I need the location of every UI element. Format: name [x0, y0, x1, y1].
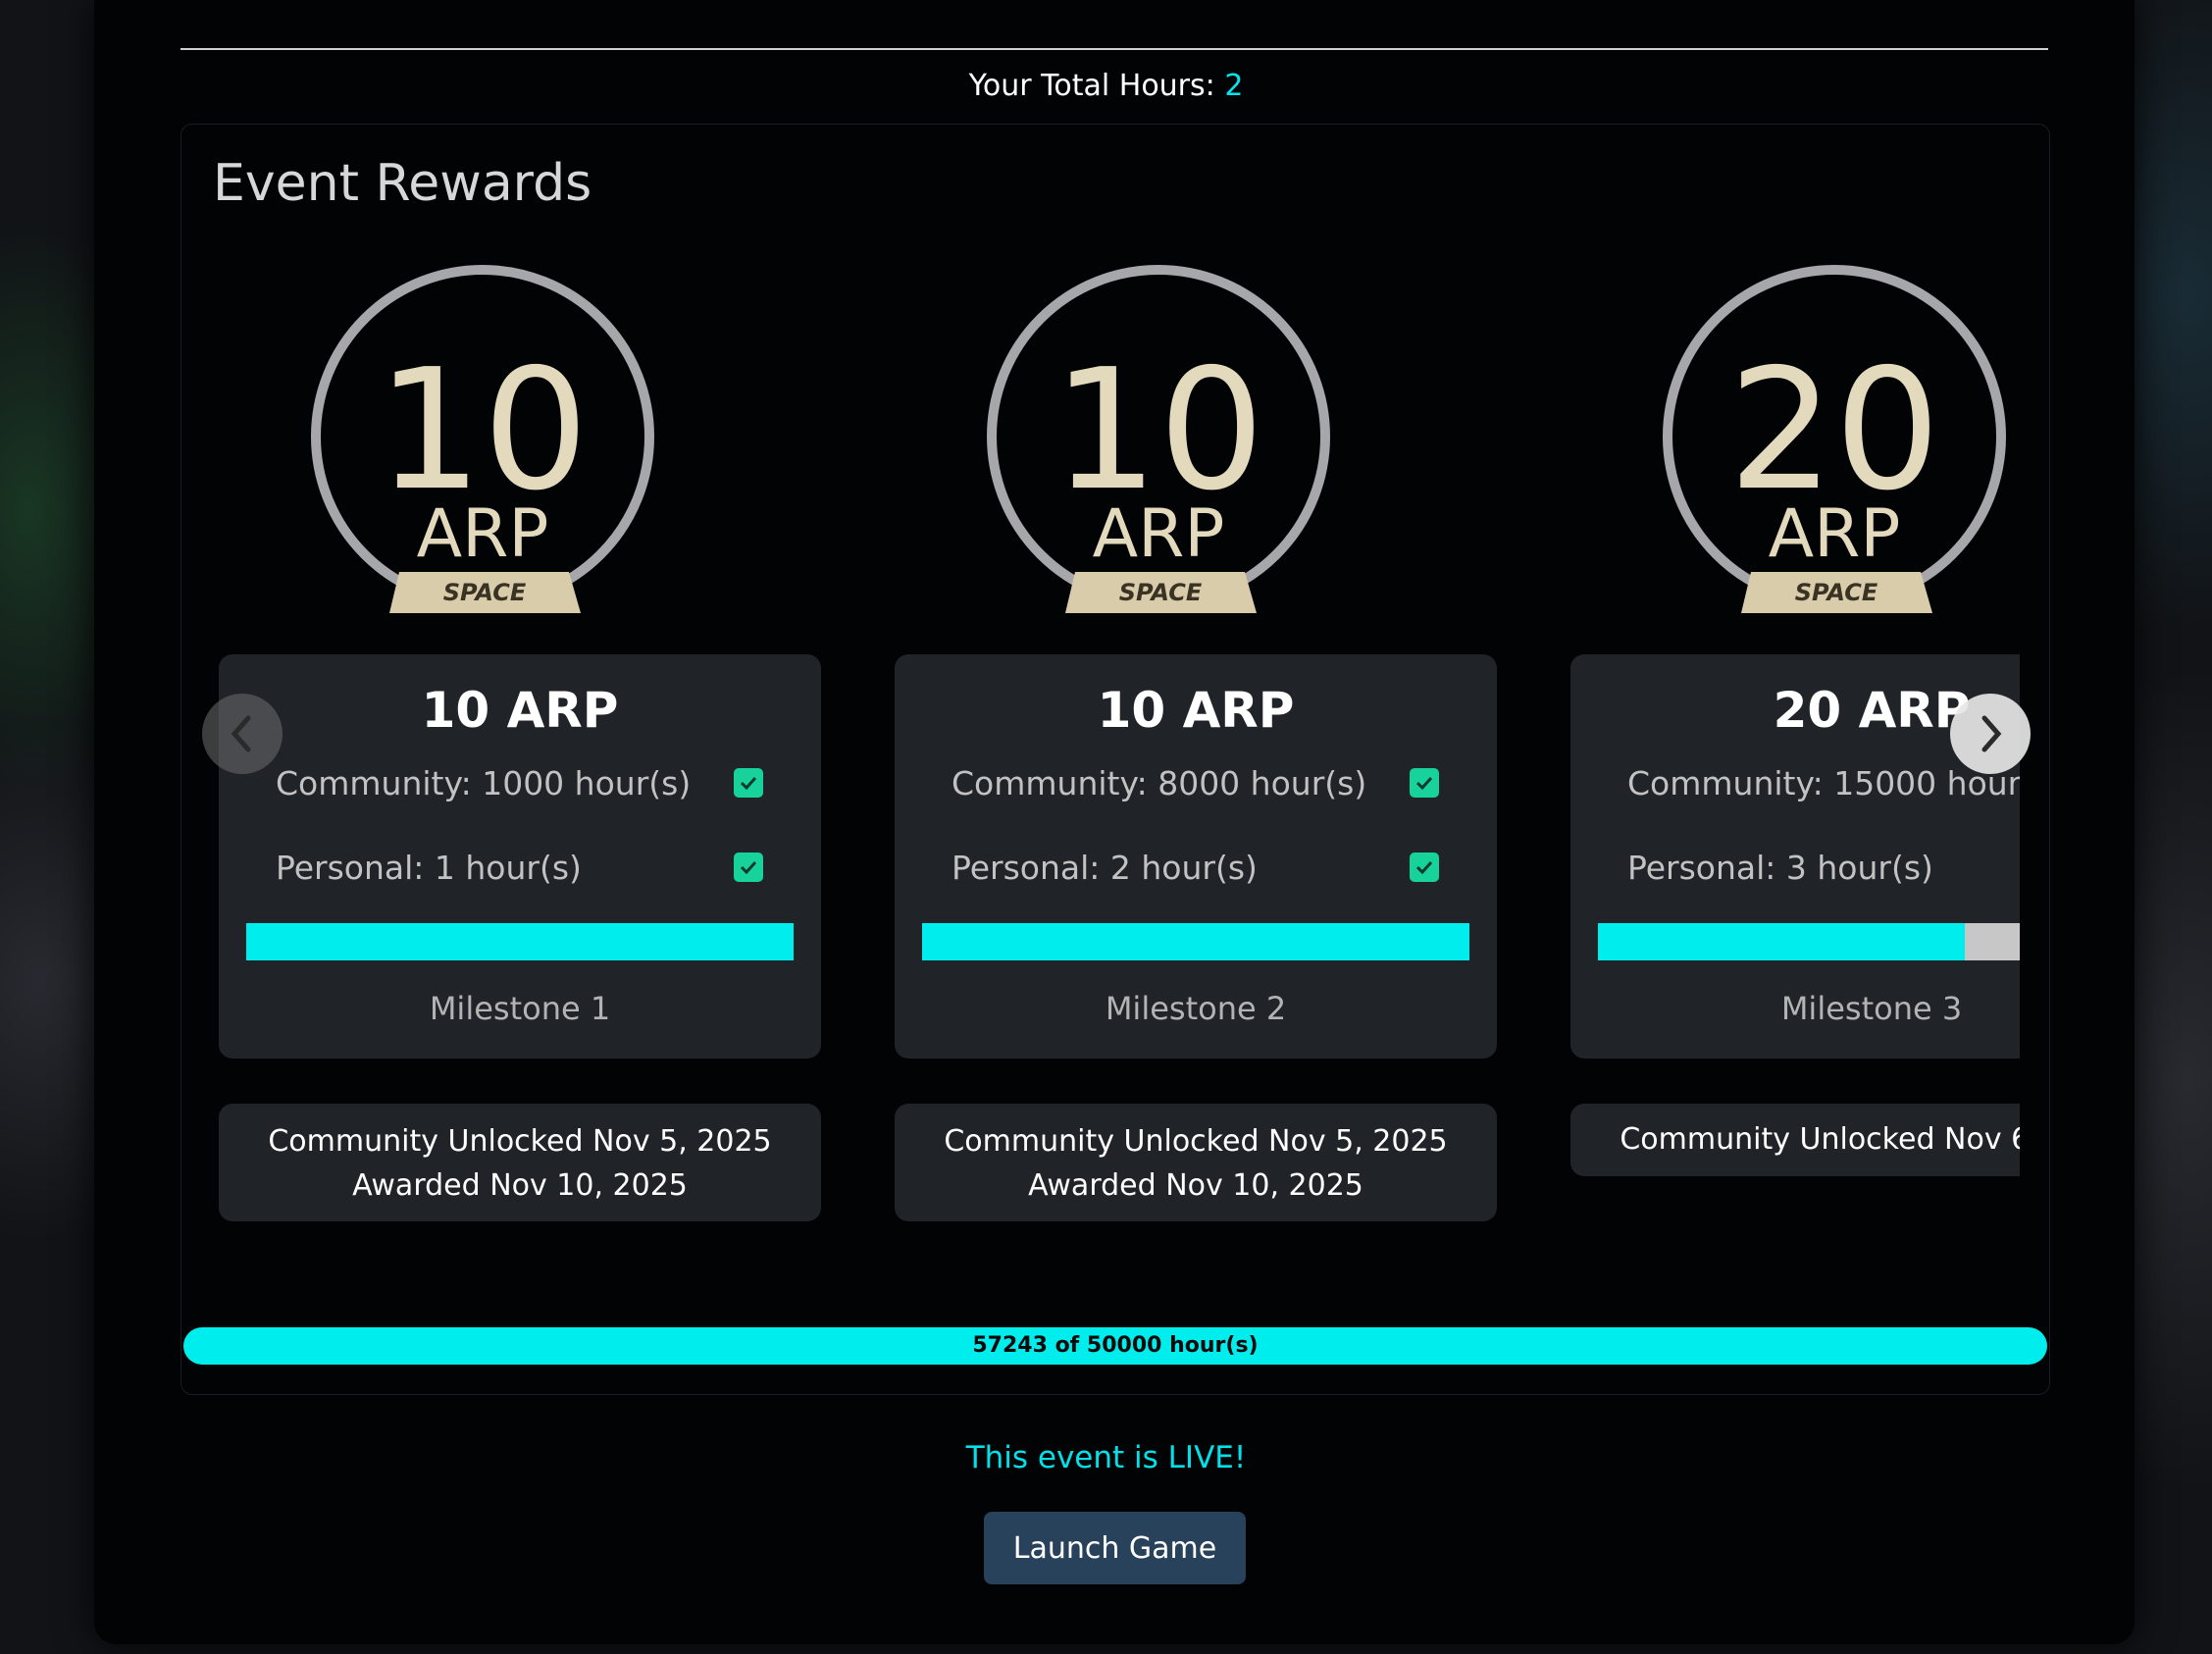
- unlock-info: Community Unlocked Nov 5, 2025 Awarded N…: [219, 1104, 821, 1221]
- check-icon: [1410, 768, 1439, 798]
- unlock-info: Community Unlocked Nov 6, 2025: [1570, 1104, 2020, 1176]
- unlock-community-date: Community Unlocked Nov 5, 2025: [944, 1124, 1448, 1159]
- section-title: Event Rewards: [213, 154, 592, 213]
- reward-title: 10 ARP: [1097, 682, 1295, 739]
- awarded-date: Awarded Nov 10, 2025: [1028, 1168, 1363, 1203]
- reward-slide: 10 ARP SPACE 10 ARP Community: 8000 hour…: [857, 125, 1497, 1394]
- milestone-progress-bar: [1598, 923, 2020, 960]
- milestone-label: Milestone 1: [429, 990, 611, 1027]
- milestone-label: Milestone 2: [1105, 990, 1287, 1027]
- badge-ribbon: SPACE: [1119, 579, 1203, 606]
- milestone-progress-fill: [922, 923, 1469, 960]
- awarded-date: Awarded Nov 10, 2025: [352, 1168, 688, 1203]
- chevron-left-icon: [231, 715, 251, 752]
- reward-badge-image: 10 ARP SPACE: [987, 265, 1330, 613]
- personal-requirement: Personal: 3 hour(s): [1627, 849, 1933, 887]
- personal-requirement: Personal: 1 hour(s): [276, 849, 582, 887]
- community-progress-bar: 57243 of 50000 hour(s): [183, 1327, 2047, 1365]
- reward-slide: 20 ARP SPACE 20 ARP Community: 15000 hou…: [1533, 125, 2020, 1394]
- unlock-info: Community Unlocked Nov 5, 2025 Awarded N…: [895, 1104, 1497, 1221]
- carousel-prev-button[interactable]: [202, 694, 283, 774]
- badge-ribbon: SPACE: [1795, 579, 1878, 606]
- rewards-carousel: 10 ARP SPACE 10 ARP Community: 1000 hour…: [181, 125, 2020, 1394]
- community-requirement: Community: 1000 hour(s): [276, 764, 692, 802]
- live-status: This event is LIVE!: [965, 1440, 1247, 1475]
- community-progress-label: 57243 of 50000 hour(s): [972, 1333, 1259, 1358]
- divider: [180, 48, 2048, 50]
- reward-badge-image: 10 ARP SPACE: [311, 265, 654, 613]
- badge-ribbon: SPACE: [443, 579, 527, 606]
- event-rewards-section: 10 ARP SPACE 10 ARP Community: 1000 hour…: [180, 124, 2050, 1395]
- personal-requirement: Personal: 2 hour(s): [952, 849, 1258, 887]
- check-icon: [734, 768, 763, 798]
- community-requirement: Community: 8000 hour(s): [952, 764, 1367, 802]
- total-hours-label: Your Total Hours:: [968, 69, 1215, 103]
- community-requirement: Community: 15000 hour(s): [1627, 764, 2020, 802]
- reward-card: 10 ARP Community: 8000 hour(s) Personal:…: [895, 654, 1497, 1059]
- badge-brand: ARP: [417, 495, 549, 573]
- total-hours: Your Total Hours: 2: [0, 69, 2212, 103]
- check-icon: [1410, 853, 1439, 882]
- badge-brand: ARP: [1093, 495, 1225, 573]
- carousel-next-button[interactable]: [1950, 694, 2031, 774]
- badge-brand: ARP: [1769, 495, 1901, 573]
- milestone-progress-bar: [922, 923, 1469, 960]
- milestone-progress-bar: [246, 923, 794, 960]
- check-icon: [734, 853, 763, 882]
- milestone-label: Milestone 3: [1780, 990, 1963, 1027]
- reward-card: 20 ARP Community: 15000 hour(s) Personal…: [1570, 654, 2020, 1059]
- reward-title: 10 ARP: [421, 682, 619, 739]
- reward-badge-image: 20 ARP SPACE: [1663, 265, 2006, 613]
- total-hours-value: 2: [1224, 69, 1244, 103]
- launch-game-button[interactable]: Launch Game: [984, 1512, 1246, 1584]
- unlock-community-date: Community Unlocked Nov 6, 2025: [1620, 1122, 2020, 1157]
- milestone-progress-fill: [1598, 923, 1965, 960]
- chevron-right-icon: [1981, 715, 2002, 752]
- unlock-community-date: Community Unlocked Nov 5, 2025: [268, 1124, 772, 1159]
- milestone-progress-fill: [246, 923, 794, 960]
- reward-card: 10 ARP Community: 1000 hour(s) Personal:…: [219, 654, 821, 1059]
